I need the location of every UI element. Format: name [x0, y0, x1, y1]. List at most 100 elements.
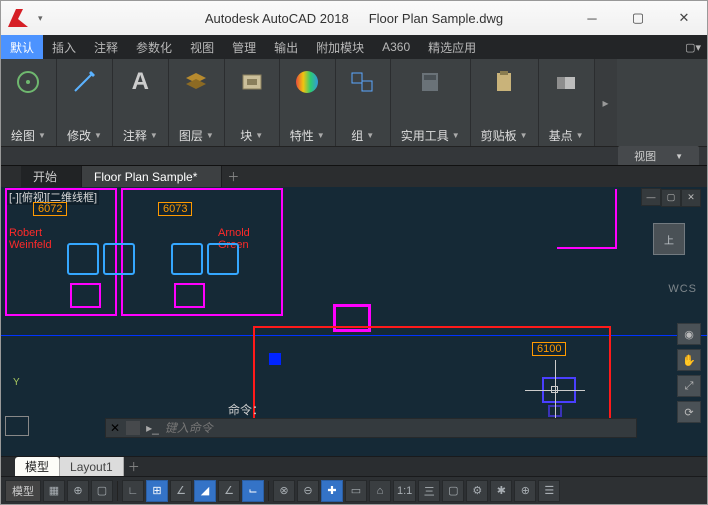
panel-basepoint[interactable]: 基点▼: [539, 59, 595, 146]
properties-icon: [290, 65, 324, 99]
menu-a360[interactable]: A360: [373, 35, 419, 59]
chair-1: [67, 243, 99, 275]
room-label-6073[interactable]: 6073: [158, 202, 192, 216]
ribbon-expander[interactable]: ▸: [595, 59, 617, 146]
menu-bar: 默认 插入 注释 参数化 视图 管理 输出 附加模块 A360 精选应用 ▢▾: [1, 35, 707, 59]
viewport-controls[interactable]: —▢✕: [641, 188, 701, 207]
sb-iso-icon[interactable]: ∠: [170, 480, 192, 502]
command-close-icon[interactable]: ✕: [110, 421, 120, 435]
desk-1: [70, 283, 101, 308]
layout-layout1[interactable]: Layout1: [60, 457, 124, 476]
command-input[interactable]: [165, 421, 632, 435]
ucs-y-axis: Y: [13, 377, 20, 388]
panel-properties[interactable]: 特性▼: [280, 59, 336, 146]
sb-snap-icon[interactable]: ⊕: [67, 480, 89, 502]
menu-default[interactable]: 默认: [1, 35, 43, 59]
menu-extras[interactable]: ▢▾: [679, 35, 707, 59]
sb-3dosnap-icon[interactable]: ∠: [218, 480, 240, 502]
new-tab-button[interactable]: ＋: [222, 166, 244, 187]
sb-osnap-icon[interactable]: ◢: [194, 480, 216, 502]
panel-group[interactable]: 组▼: [336, 59, 391, 146]
sb-lineweight-icon[interactable]: ⊗: [273, 480, 295, 502]
close-button[interactable]: ✕: [661, 2, 707, 34]
menu-annotate[interactable]: 注释: [85, 35, 127, 59]
chair-3: [171, 243, 203, 275]
panel-annotate[interactable]: A 注释▼: [113, 59, 169, 146]
nav-pan-icon[interactable]: ✋: [677, 349, 701, 371]
sb-units-icon[interactable]: ⚙: [466, 480, 488, 502]
sb-infer-icon[interactable]: ▢: [91, 480, 113, 502]
ribbon-footer[interactable]: 视图 ▼: [1, 147, 707, 165]
menu-manage[interactable]: 管理: [223, 35, 265, 59]
menu-featured[interactable]: 精选应用: [419, 35, 485, 59]
sb-annoscale-icon[interactable]: ⌂: [369, 480, 391, 502]
chair-4: [207, 243, 239, 275]
ribbon: 绘图▼ 修改▼ A 注释▼ 图层▼ 块▼ 特性▼ 组▼ 实用工具▼: [1, 59, 707, 147]
panel-utilities[interactable]: 实用工具▼: [391, 59, 471, 146]
room-label-6072[interactable]: 6072: [33, 202, 67, 216]
menu-parametric[interactable]: 参数化: [127, 35, 181, 59]
quick-access-toolbar[interactable]: ▾: [38, 13, 43, 24]
room-label-6100[interactable]: 6100: [532, 342, 566, 356]
panel-draw[interactable]: 绘图▼: [1, 59, 57, 146]
navigation-bar: ◉ ✋ ⤢ ⟳: [677, 323, 701, 423]
panel-modify[interactable]: 修改▼: [57, 59, 113, 146]
annotate-icon: A: [123, 65, 157, 99]
app-logo[interactable]: [4, 3, 34, 33]
basepoint-icon: [549, 65, 583, 99]
view-cube[interactable]: 上: [641, 211, 697, 267]
sb-grid-icon[interactable]: ▦: [43, 480, 65, 502]
nav-wheel-icon[interactable]: ◉: [677, 323, 701, 345]
layout-model[interactable]: 模型: [15, 457, 60, 476]
minimize-button[interactable]: ─: [569, 2, 615, 34]
layers-icon: [179, 65, 213, 99]
command-line[interactable]: 命令： ✕ ▸_: [105, 418, 637, 438]
tab-start[interactable]: 开始: [21, 166, 82, 187]
nav-orbit-icon[interactable]: ⟳: [677, 401, 701, 423]
nav-zoom-icon[interactable]: ⤢: [677, 375, 701, 397]
ucs-icon: [5, 416, 29, 436]
layout-add-button[interactable]: ＋: [124, 457, 144, 476]
menu-view[interactable]: 视图: [181, 35, 223, 59]
desk-2: [174, 283, 205, 308]
sb-monitor-icon[interactable]: ▢: [442, 480, 464, 502]
crosshair-cursor: [525, 360, 585, 420]
sb-scale[interactable]: 1:1: [393, 480, 416, 502]
layout-tabs: 模型 Layout1 ＋: [1, 456, 707, 476]
sb-annotation-icon[interactable]: ▭: [345, 480, 367, 502]
tab-floorplan[interactable]: Floor Plan Sample*: [82, 166, 222, 187]
panel-clipboard[interactable]: 剪贴板▼: [471, 59, 539, 146]
draw-icon: [11, 65, 45, 99]
maximize-button[interactable]: ▢: [615, 2, 661, 34]
sb-otrack-icon[interactable]: ⌙: [242, 480, 264, 502]
sb-lock-icon[interactable]: ⊕: [514, 480, 536, 502]
group-icon: [346, 65, 380, 99]
panel-block[interactable]: 块▼: [225, 59, 280, 146]
sb-workspace-icon[interactable]: 三: [418, 480, 440, 502]
menu-output[interactable]: 输出: [265, 35, 307, 59]
menu-addins[interactable]: 附加模块: [307, 35, 373, 59]
wcs-label[interactable]: WCS: [668, 283, 697, 295]
sb-cycling-icon[interactable]: ✚: [321, 480, 343, 502]
command-customize-icon[interactable]: [126, 421, 140, 435]
panel-layers[interactable]: 图层▼: [169, 59, 225, 146]
utilities-icon: [413, 65, 447, 99]
grip-handle[interactable]: [269, 353, 281, 365]
drawing-canvas[interactable]: [-][俯视][二维线框] 6072 6073 6100 Robert Wein…: [1, 187, 707, 456]
command-prompt-label: 命令：: [228, 401, 264, 418]
wall-corner: [557, 189, 617, 249]
title-bar: ▾ Autodesk AutoCAD 2018Floor Plan Sample…: [1, 1, 707, 35]
sb-model[interactable]: 模型: [5, 480, 41, 502]
sb-polar-icon[interactable]: ⊞: [146, 480, 168, 502]
status-bar: 模型 ▦ ⊕ ▢ ∟ ⊞ ∠ ◢ ∠ ⌙ ⊗ ⊖ ✚ ▭ ⌂ 1:1 三 ▢ ⚙…: [1, 476, 707, 504]
sb-quickprops-icon[interactable]: ✱: [490, 480, 512, 502]
sb-transparency-icon[interactable]: ⊖: [297, 480, 319, 502]
block-icon: [235, 65, 269, 99]
modify-icon: [67, 65, 101, 99]
sb-ortho-icon[interactable]: ∟: [122, 480, 144, 502]
menu-insert[interactable]: 插入: [43, 35, 85, 59]
person-weinfeld: Robert Weinfeld: [9, 227, 52, 251]
chair-2: [103, 243, 135, 275]
sb-customize-icon[interactable]: ☰: [538, 480, 560, 502]
file-tabs: 开始 Floor Plan Sample* ＋: [1, 165, 707, 187]
